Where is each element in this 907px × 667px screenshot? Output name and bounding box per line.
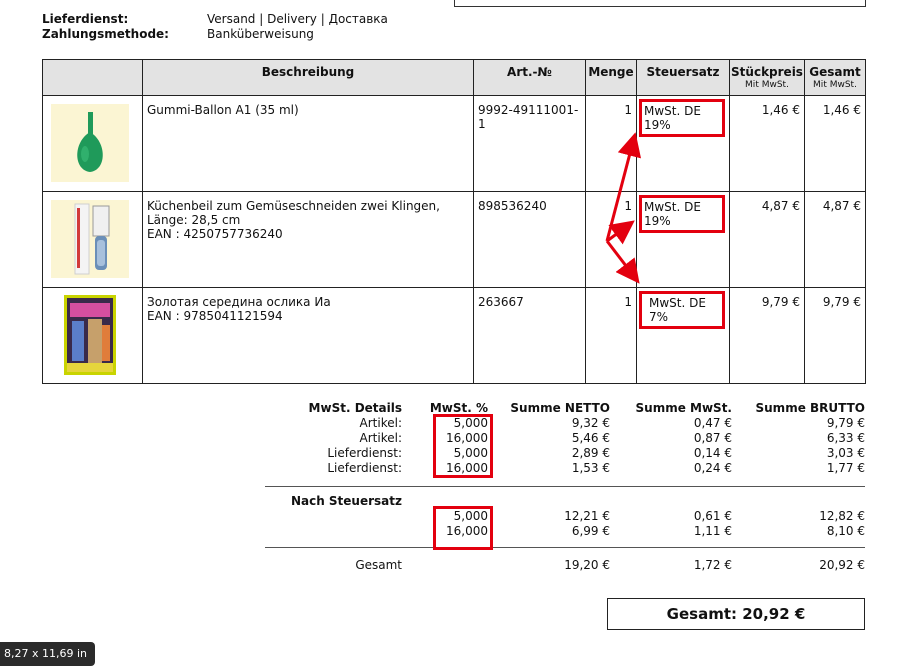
summary-row-brutto: 1,77 € — [826, 461, 865, 475]
summary-total-label: Gesamt — [355, 558, 402, 572]
summary-total-netto: 19,20 € — [564, 558, 610, 572]
summary-row-netto: 2,89 € — [571, 446, 610, 460]
summary-row-brutto: 3,03 € — [826, 446, 865, 460]
summary-header-row: MwSt. Details MwSt. % Summe NETTO Summe … — [265, 401, 865, 416]
by-rate-netto: 12,21 € — [564, 509, 610, 523]
by-rate-netto: 6,99 € — [571, 524, 610, 538]
summary-row-brutto: 9,79 € — [826, 416, 865, 430]
summary-row-label: Artikel: — [359, 431, 402, 445]
by-rate-vat: 1,11 € — [693, 524, 732, 538]
summary-row-vat: 0,87 € — [693, 431, 732, 445]
by-rate-row: 5,000 12,21 € 0,61 € 12,82 € — [265, 509, 865, 524]
by-rate-label: Nach Steuersatz — [290, 494, 402, 508]
summary-header-netto: Summe NETTO — [510, 401, 610, 415]
summary-row-netto: 9,32 € — [571, 416, 610, 430]
summary-row-vat: 0,47 € — [693, 416, 732, 430]
summary-row-label: Artikel: — [359, 416, 402, 430]
grand-total: Gesamt: 20,92 € — [607, 598, 865, 630]
summary-row: Lieferdienst: 5,000 2,89 € 0,14 € 3,03 € — [265, 446, 865, 461]
summary-row-vat: 0,14 € — [693, 446, 732, 460]
vat-summary: MwSt. Details MwSt. % Summe NETTO Summe … — [265, 401, 865, 573]
by-rate-brutto: 8,10 € — [826, 524, 865, 538]
by-rate-header-row: Nach Steuersatz — [265, 494, 865, 509]
summary-row: Lieferdienst: 16,000 1,53 € 0,24 € 1,77 … — [265, 461, 865, 476]
by-rate-brutto: 12,82 € — [819, 509, 865, 523]
summary-row-netto: 1,53 € — [571, 461, 610, 475]
highlight-detail-rates — [433, 414, 493, 478]
arrow-to-row3-tax — [605, 240, 640, 284]
highlight-by-rate-rates — [433, 506, 493, 550]
summary-total-row: Gesamt 19,20 € 1,72 € 20,92 € — [265, 558, 865, 573]
by-rate-vat: 0,61 € — [693, 509, 732, 523]
summary-header-brutto: Summe BRUTTO — [755, 401, 866, 415]
summary-header-vat: Summe MwSt. — [635, 401, 732, 415]
summary-total-brutto: 20,92 € — [819, 558, 865, 572]
summary-header-details: MwSt. Details — [308, 401, 402, 415]
summary-row-netto: 5,46 € — [571, 431, 610, 445]
summary-row: Artikel: 5,000 9,32 € 0,47 € 9,79 € — [265, 416, 865, 431]
page-size-badge: 8,27 x 11,69 in — [0, 642, 96, 666]
summary-row-vat: 0,24 € — [693, 461, 732, 475]
summary-row: Artikel: 16,000 5,46 € 0,87 € 6,33 € — [265, 431, 865, 446]
summary-row-label: Lieferdienst: — [327, 446, 402, 460]
summary-row-label: Lieferdienst: — [327, 461, 402, 475]
summary-total-vat: 1,72 € — [693, 558, 732, 572]
by-rate-row: 16,000 6,99 € 1,11 € 8,10 € — [265, 524, 865, 539]
summary-row-brutto: 6,33 € — [826, 431, 865, 445]
